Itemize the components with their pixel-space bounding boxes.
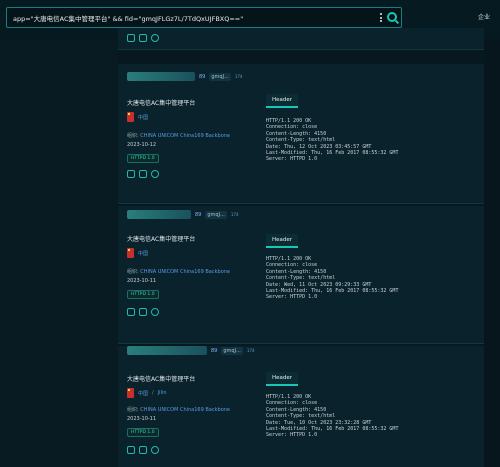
- protocol-tag[interactable]: HTTPD 1.0: [127, 290, 159, 299]
- header-line: Server: HTTPD 1.0: [266, 432, 318, 439]
- result-title: 大唐电信AC集中管理平台: [127, 376, 196, 383]
- right-panel: [484, 40, 500, 467]
- country-link[interactable]: 中国: [138, 114, 148, 121]
- result-date: 2023-10-11: [127, 278, 157, 284]
- org-link[interactable]: CHINA UNICOM China169 Backbone: [140, 269, 230, 275]
- result-card: [118, 28, 484, 50]
- screenshot-icon[interactable]: [127, 34, 135, 42]
- host-badge: 174: [234, 74, 243, 79]
- result-actions: [127, 308, 159, 316]
- response-header: HTTP/1.1 200 OK Connection: close Conten…: [266, 118, 476, 163]
- result-location: 中国: [127, 248, 148, 258]
- top-nav-link[interactable]: 企业: [478, 12, 490, 21]
- host-badge: 174: [230, 212, 239, 217]
- result-org: 组织: CHINA UNICOM China169 Backbone: [127, 268, 230, 275]
- host-address-redacted: [127, 346, 207, 355]
- header-line: Server: HTTPD 1.0: [266, 294, 318, 301]
- result-org: 组织: CHINA UNICOM China169 Backbone: [127, 132, 230, 139]
- left-panel: [0, 40, 118, 467]
- scan-icon[interactable]: [139, 308, 147, 316]
- org-prefix: 组织:: [127, 269, 139, 275]
- host-link[interactable]: 89: [195, 212, 201, 218]
- result-title: 大唐电信AC集中管理平台: [127, 236, 196, 243]
- host-link[interactable]: 89: [199, 74, 205, 80]
- search-icon[interactable]: [387, 12, 397, 22]
- host-address-redacted: [127, 210, 191, 219]
- result-org: 组织: CHINA UNICOM China169 Backbone: [127, 406, 230, 413]
- tab-header[interactable]: Header: [266, 94, 299, 108]
- result-host: 89 gmqJ... 174: [127, 72, 242, 81]
- country-link[interactable]: 中国: [138, 390, 148, 397]
- refresh-icon[interactable]: [151, 446, 159, 454]
- org-link[interactable]: CHINA UNICOM China169 Backbone: [140, 133, 230, 139]
- tab-header[interactable]: Header: [266, 234, 299, 248]
- host-fid-tag[interactable]: gmqJ...: [205, 210, 227, 219]
- screenshot-icon[interactable]: [127, 308, 135, 316]
- screenshot-icon[interactable]: [127, 170, 135, 178]
- result-card: 89 gmqJ... 174 大唐电信AC集中管理平台 中国 / Jilin 组…: [118, 346, 484, 467]
- scan-icon[interactable]: [139, 34, 147, 42]
- china-flag-icon: [127, 248, 134, 258]
- more-options-icon[interactable]: [380, 12, 383, 23]
- result-location: 中国 / Jilin: [127, 388, 167, 398]
- response-header: HTTP/1.1 200 OK Connection: close Conten…: [266, 256, 476, 301]
- search-query[interactable]: app="大唐电信AC集中管理平台" && fid="gmqJFLGz7L/7T…: [13, 13, 243, 23]
- org-prefix: 组织:: [127, 407, 139, 413]
- china-flag-icon: [127, 388, 134, 398]
- host-address-redacted: [127, 72, 195, 81]
- result-date: 2023-10-11: [127, 416, 157, 422]
- response-header: HTTP/1.1 200 OK Connection: close Conten…: [266, 394, 476, 439]
- result-date: 2023-10-12: [127, 142, 157, 148]
- result-card: 89 gmqJ... 174 大唐电信AC集中管理平台 中国 组织: CHINA…: [118, 64, 484, 204]
- host-badge: 174: [246, 348, 255, 353]
- location-separator: /: [152, 390, 154, 396]
- result-actions: [127, 170, 159, 178]
- scan-icon[interactable]: [139, 170, 147, 178]
- protocol-tag[interactable]: HTTPD 1.0: [127, 154, 159, 163]
- scan-icon[interactable]: [139, 446, 147, 454]
- host-fid-tag[interactable]: gmqJ...: [209, 72, 231, 81]
- screenshot-icon[interactable]: [127, 446, 135, 454]
- tab-header[interactable]: Header: [266, 372, 299, 386]
- org-prefix: 组织:: [127, 133, 139, 139]
- result-actions: [127, 446, 159, 454]
- refresh-icon[interactable]: [151, 170, 159, 178]
- org-link[interactable]: CHINA UNICOM China169 Backbone: [140, 407, 230, 413]
- china-flag-icon: [127, 112, 134, 122]
- country-link[interactable]: 中国: [138, 250, 148, 257]
- result-host: 89 gmqJ... 174: [127, 346, 254, 355]
- result-actions: [127, 34, 159, 42]
- region-link[interactable]: Jilin: [158, 390, 167, 396]
- host-fid-tag[interactable]: gmqJ...: [221, 346, 243, 355]
- result-card: 89 gmqJ... 174 大唐电信AC集中管理平台 中国 组织: CHINA…: [118, 206, 484, 344]
- refresh-icon[interactable]: [151, 308, 159, 316]
- result-location: 中国: [127, 112, 148, 122]
- refresh-icon[interactable]: [151, 34, 159, 42]
- protocol-tag[interactable]: HTTPD 1.0: [127, 428, 159, 437]
- result-host: 89 gmqJ... 174: [127, 210, 238, 219]
- header-line: Server: HTTPD 1.0: [266, 156, 318, 163]
- search-input[interactable]: app="大唐电信AC集中管理平台" && fid="gmqJFLGz7L/7T…: [6, 7, 402, 28]
- result-title: 大唐电信AC集中管理平台: [127, 100, 196, 107]
- host-link[interactable]: 89: [211, 348, 217, 354]
